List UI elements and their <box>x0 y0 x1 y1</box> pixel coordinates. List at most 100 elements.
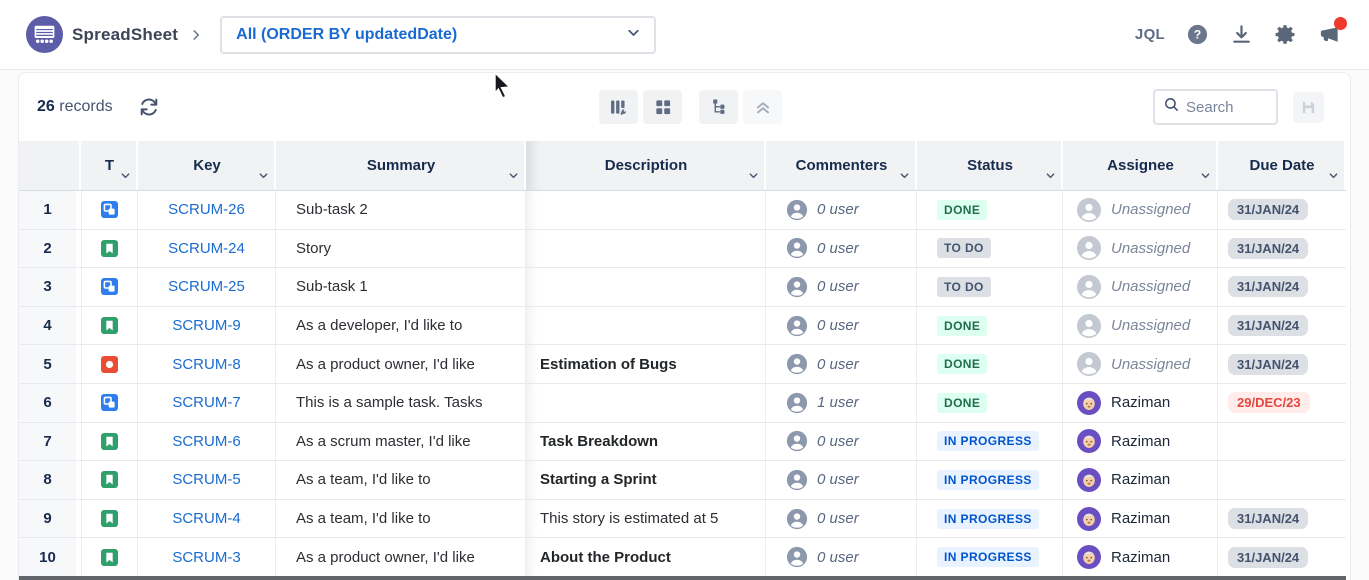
chevron-down-icon[interactable] <box>508 168 519 185</box>
chevron-down-icon[interactable] <box>1045 168 1056 185</box>
status-cell[interactable]: TO DO <box>917 268 1063 306</box>
row-number-cell[interactable]: 6 <box>19 384 81 422</box>
summary-cell[interactable]: Story <box>276 230 526 268</box>
issue-key-cell[interactable]: SCRUM-25 <box>138 268 276 306</box>
header-summary[interactable]: Summary <box>276 141 526 190</box>
chevron-down-icon[interactable] <box>748 168 759 185</box>
issue-key-link[interactable]: SCRUM-6 <box>172 433 240 450</box>
issue-key-cell[interactable]: SCRUM-9 <box>138 307 276 345</box>
summary-cell[interactable]: As a team, I'd like to <box>276 461 526 499</box>
summary-cell[interactable]: As a scrum master, I'd like <box>276 423 526 461</box>
column-settings-button[interactable] <box>599 90 638 124</box>
commenters-cell[interactable]: 0 user <box>766 268 917 306</box>
due-date-cell[interactable]: 31/JAN/24 <box>1218 230 1346 268</box>
issue-type-cell[interactable] <box>81 384 138 422</box>
issue-key-link[interactable]: SCRUM-25 <box>168 278 245 295</box>
issue-key-link[interactable]: SCRUM-9 <box>172 317 240 334</box>
row-number-cell[interactable]: 10 <box>19 538 81 576</box>
row-number-cell[interactable]: 1 <box>19 191 81 229</box>
header-status[interactable]: Status <box>917 141 1063 190</box>
issue-key-link[interactable]: SCRUM-5 <box>172 471 240 488</box>
assignee-cell[interactable]: Raziman <box>1063 384 1218 422</box>
assignee-cell[interactable]: Unassigned <box>1063 268 1218 306</box>
issue-key-link[interactable]: SCRUM-4 <box>172 510 240 527</box>
help-icon[interactable]: ? <box>1186 23 1209 46</box>
issue-key-link[interactable]: SCRUM-7 <box>172 394 240 411</box>
header-description[interactable]: Description <box>526 141 766 190</box>
filter-dropdown[interactable]: All (ORDER BY updatedDate) <box>220 16 656 54</box>
issue-key-link[interactable]: SCRUM-24 <box>168 240 245 257</box>
chevron-down-icon[interactable] <box>258 168 269 185</box>
due-date-cell[interactable]: 31/JAN/24 <box>1218 500 1346 538</box>
description-cell[interactable] <box>526 307 766 345</box>
issue-key-cell[interactable]: SCRUM-3 <box>138 538 276 576</box>
chevron-down-icon[interactable] <box>120 168 131 185</box>
issue-key-link[interactable]: SCRUM-26 <box>168 201 245 218</box>
row-number-cell[interactable]: 3 <box>19 268 81 306</box>
due-date-cell[interactable]: 31/JAN/24 <box>1218 268 1346 306</box>
summary-cell[interactable]: As a developer, I'd like to <box>276 307 526 345</box>
commenters-cell[interactable]: 0 user <box>766 230 917 268</box>
commenters-cell[interactable]: 1 user <box>766 384 917 422</box>
assignee-cell[interactable]: Unassigned <box>1063 230 1218 268</box>
commenters-cell[interactable]: 0 user <box>766 538 917 576</box>
description-cell[interactable]: Task Breakdown <box>526 423 766 461</box>
issue-type-cell[interactable] <box>81 423 138 461</box>
due-date-cell[interactable]: 31/JAN/24 <box>1218 538 1346 576</box>
status-cell[interactable]: DONE <box>917 307 1063 345</box>
assignee-cell[interactable]: Raziman <box>1063 500 1218 538</box>
card-view-button[interactable] <box>643 90 682 124</box>
status-cell[interactable]: DONE <box>917 384 1063 422</box>
issue-type-cell[interactable] <box>81 268 138 306</box>
commenters-cell[interactable]: 0 user <box>766 191 917 229</box>
description-cell[interactable]: Estimation of Bugs <box>526 345 766 383</box>
assignee-cell[interactable]: Unassigned <box>1063 191 1218 229</box>
row-number-cell[interactable]: 7 <box>19 423 81 461</box>
download-icon[interactable] <box>1230 23 1253 46</box>
due-date-cell[interactable] <box>1218 461 1346 499</box>
chevron-down-icon[interactable] <box>899 168 910 185</box>
description-cell[interactable]: Starting a Sprint <box>526 461 766 499</box>
jql-button[interactable]: JQL <box>1135 26 1165 43</box>
collapse-all-button[interactable] <box>743 90 782 124</box>
header-key[interactable]: Key <box>138 141 276 190</box>
issue-type-cell[interactable] <box>81 191 138 229</box>
issue-key-cell[interactable]: SCRUM-24 <box>138 230 276 268</box>
announcements-megaphone-icon[interactable] <box>1318 23 1341 46</box>
commenters-cell[interactable]: 0 user <box>766 500 917 538</box>
description-cell[interactable] <box>526 191 766 229</box>
assignee-cell[interactable]: Unassigned <box>1063 345 1218 383</box>
summary-cell[interactable]: As a product owner, I'd like <box>276 345 526 383</box>
summary-cell[interactable]: Sub-task 2 <box>276 191 526 229</box>
due-date-cell[interactable]: 31/JAN/24 <box>1218 307 1346 345</box>
summary-cell[interactable]: As a team, I'd like to <box>276 500 526 538</box>
due-date-cell[interactable]: 31/JAN/24 <box>1218 345 1346 383</box>
save-filter-button[interactable] <box>1293 92 1324 123</box>
search-box[interactable] <box>1153 89 1278 125</box>
summary-cell[interactable]: As a product owner, I'd like <box>276 538 526 576</box>
issue-key-link[interactable]: SCRUM-3 <box>172 549 240 566</box>
issue-key-cell[interactable]: SCRUM-26 <box>138 191 276 229</box>
assignee-cell[interactable]: Raziman <box>1063 538 1218 576</box>
commenters-cell[interactable]: 0 user <box>766 461 917 499</box>
description-cell[interactable] <box>526 230 766 268</box>
status-cell[interactable]: IN PROGRESS <box>917 538 1063 576</box>
commenters-cell[interactable]: 0 user <box>766 345 917 383</box>
due-date-cell[interactable]: 31/JAN/24 <box>1218 191 1346 229</box>
assignee-cell[interactable]: Raziman <box>1063 423 1218 461</box>
assignee-cell[interactable]: Raziman <box>1063 461 1218 499</box>
row-number-cell[interactable]: 5 <box>19 345 81 383</box>
summary-cell[interactable]: This is a sample task. Tasks <box>276 384 526 422</box>
header-type[interactable]: T <box>81 141 138 190</box>
status-cell[interactable]: DONE <box>917 345 1063 383</box>
tree-view-button[interactable] <box>699 90 738 124</box>
status-cell[interactable]: IN PROGRESS <box>917 423 1063 461</box>
description-cell[interactable]: This story is estimated at 5 <box>526 500 766 538</box>
row-number-cell[interactable]: 2 <box>19 230 81 268</box>
status-cell[interactable]: IN PROGRESS <box>917 500 1063 538</box>
description-cell[interactable] <box>526 384 766 422</box>
issue-key-cell[interactable]: SCRUM-7 <box>138 384 276 422</box>
description-cell[interactable]: About the Product <box>526 538 766 576</box>
issue-key-cell[interactable]: SCRUM-8 <box>138 345 276 383</box>
status-cell[interactable]: IN PROGRESS <box>917 461 1063 499</box>
